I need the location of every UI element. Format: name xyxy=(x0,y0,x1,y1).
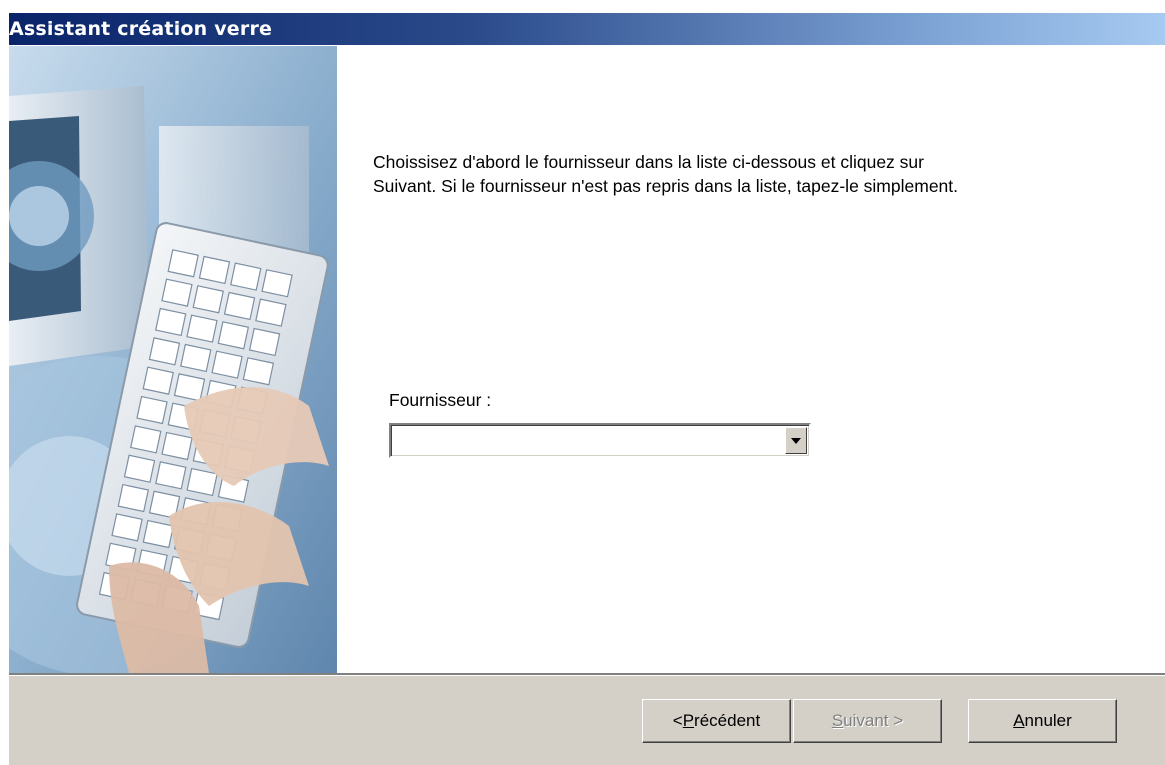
keyboard-illustration xyxy=(9,46,337,673)
cancel-mnemonic: A xyxy=(1013,711,1025,730)
wizard-content: Choissisez d'abord le fournisseur dans l… xyxy=(337,46,1165,673)
previous-mnemonic: P xyxy=(682,711,695,730)
instruction-text: Choissisez d'abord le fournisseur dans l… xyxy=(373,150,1093,198)
next-mnemonic: S xyxy=(831,711,844,730)
instruction-line-2: Suivant. Si le fournisseur n'est pas rep… xyxy=(373,176,959,196)
supplier-combobox[interactable] xyxy=(389,423,811,458)
previous-button[interactable]: < Précédent xyxy=(642,699,791,743)
button-separator xyxy=(9,673,1165,676)
left-frame xyxy=(0,0,9,765)
instruction-line-1: Choissisez d'abord le fournisseur dans l… xyxy=(373,152,924,172)
title-bar[interactable]: Assistant création verre xyxy=(9,13,1165,45)
wizard-side-image xyxy=(9,46,337,673)
next-button[interactable]: Suivant > xyxy=(793,699,942,743)
cancel-button[interactable]: Annuler xyxy=(968,699,1117,743)
previous-label: récédent xyxy=(694,711,761,730)
supplier-label: Fournisseur : xyxy=(389,390,492,410)
top-frame xyxy=(0,0,1165,13)
previous-prefix: < xyxy=(672,711,683,730)
window-title: Assistant création verre xyxy=(9,18,273,40)
chevron-down-icon xyxy=(791,438,801,444)
dropdown-button[interactable] xyxy=(785,427,807,454)
cancel-label: nnuler xyxy=(1024,711,1072,730)
next-label: uivant > xyxy=(843,711,904,730)
